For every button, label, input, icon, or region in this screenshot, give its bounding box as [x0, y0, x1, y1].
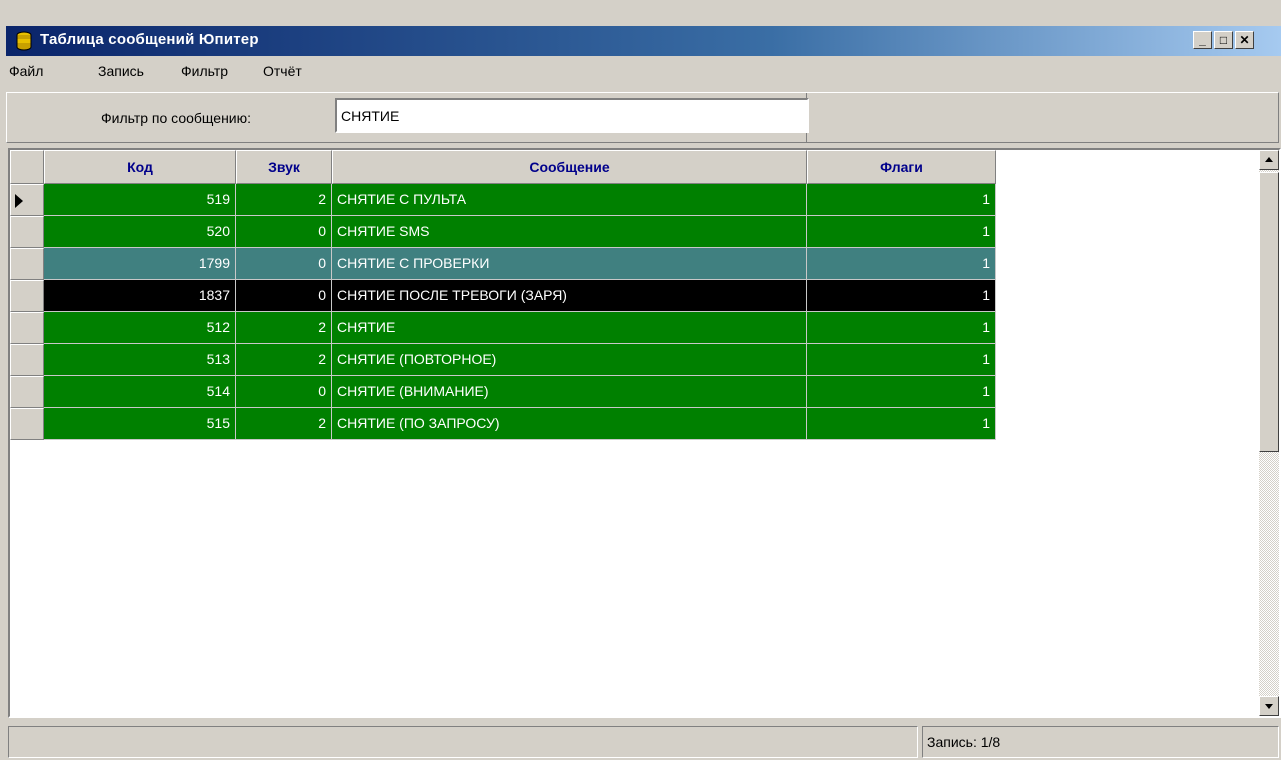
maximize-button[interactable]: □ [1214, 31, 1233, 49]
column-header-code[interactable]: Код [44, 150, 236, 184]
row-indicator[interactable] [10, 408, 44, 440]
cell-sound[interactable]: 2 [236, 408, 332, 440]
status-panel-left [8, 726, 918, 758]
cell-message[interactable]: СНЯТИЕ (ПО ЗАПРОСУ) [332, 408, 807, 440]
cell-message[interactable]: СНЯТИЕ (ПОВТОРНОЕ) [332, 344, 807, 376]
cell-sound[interactable]: 2 [236, 184, 332, 216]
app-window: Таблица сообщений Юпитер _ □ ✕ Файл Запи… [0, 0, 1281, 760]
window-title: Таблица сообщений Юпитер [40, 31, 259, 48]
cell-code[interactable]: 1799 [44, 248, 236, 280]
row-indicator[interactable] [10, 184, 44, 216]
cell-sound[interactable]: 0 [236, 248, 332, 280]
cell-flags[interactable]: 1 [807, 408, 996, 440]
vertical-scrollbar[interactable] [1259, 150, 1279, 716]
row-indicator[interactable] [10, 344, 44, 376]
cell-flags[interactable]: 1 [807, 216, 996, 248]
database-icon [14, 31, 34, 51]
row-indicator[interactable] [10, 216, 44, 248]
filter-bar: Фильтр по сообщению: [6, 92, 1279, 143]
cell-sound[interactable]: 0 [236, 376, 332, 408]
arrow-up-icon [1265, 157, 1273, 162]
cell-code[interactable]: 513 [44, 344, 236, 376]
filter-panel: Фильтр по сообщению: [7, 93, 809, 142]
header-indicator [10, 150, 44, 184]
row-indicator[interactable] [10, 376, 44, 408]
cell-code[interactable]: 512 [44, 312, 236, 344]
cell-sound[interactable]: 0 [236, 280, 332, 312]
filter-label: Фильтр по сообщению: [101, 110, 252, 126]
message-filter-input[interactable] [335, 98, 809, 133]
menu-file[interactable]: Файл [9, 63, 43, 79]
scroll-thumb[interactable] [1259, 172, 1279, 452]
cell-flags[interactable]: 1 [807, 280, 996, 312]
cell-code[interactable]: 515 [44, 408, 236, 440]
row-pointer-icon [15, 194, 23, 208]
cell-message[interactable]: СНЯТИЕ ПОСЛЕ ТРЕВОГИ (ЗАРЯ) [332, 280, 807, 312]
record-position: Запись: 1/8 [922, 726, 1279, 758]
cell-flags[interactable]: 1 [807, 312, 996, 344]
messages-grid: Код Звук Сообщение Флаги 519 2 СНЯТИЕ С ПУЛЬТА… [8, 148, 1281, 718]
row-indicator[interactable] [10, 280, 44, 312]
arrow-down-icon [1265, 704, 1273, 709]
cell-sound[interactable]: 0 [236, 216, 332, 248]
cell-flags[interactable]: 1 [807, 376, 996, 408]
menu-record[interactable]: Запись [98, 63, 144, 79]
status-bar: Запись: 1/8 [6, 722, 1281, 760]
scroll-up-button[interactable] [1259, 150, 1279, 170]
row-indicator[interactable] [10, 312, 44, 344]
cell-flags[interactable]: 1 [807, 184, 996, 216]
row-indicator[interactable] [10, 248, 44, 280]
cell-sound[interactable]: 2 [236, 344, 332, 376]
menu-report[interactable]: Отчёт [263, 63, 302, 79]
cell-message[interactable]: СНЯТИЕ SMS [332, 216, 807, 248]
cell-message[interactable]: СНЯТИЕ (ВНИМАНИЕ) [332, 376, 807, 408]
minimize-button[interactable]: _ [1193, 31, 1212, 49]
cell-flags[interactable]: 1 [807, 344, 996, 376]
cell-message[interactable]: СНЯТИЕ С ПРОВЕРКИ [332, 248, 807, 280]
close-button[interactable]: ✕ [1235, 31, 1254, 49]
column-header-message[interactable]: Сообщение [332, 150, 807, 184]
title-bar[interactable]: Таблица сообщений Юпитер _ □ ✕ [6, 26, 1281, 56]
column-header-sound[interactable]: Звук [236, 150, 332, 184]
cell-message[interactable]: СНЯТИЕ [332, 312, 807, 344]
cell-sound[interactable]: 2 [236, 312, 332, 344]
cell-code[interactable]: 519 [44, 184, 236, 216]
cell-flags[interactable]: 1 [807, 248, 996, 280]
cell-message[interactable]: СНЯТИЕ С ПУЛЬТА [332, 184, 807, 216]
cell-code[interactable]: 1837 [44, 280, 236, 312]
column-header-flags[interactable]: Флаги [807, 150, 996, 184]
cell-code[interactable]: 520 [44, 216, 236, 248]
scroll-down-button[interactable] [1259, 696, 1279, 716]
menu-filter[interactable]: Фильтр [181, 63, 228, 79]
cell-code[interactable]: 514 [44, 376, 236, 408]
menu-bar: Файл Запись Фильтр Отчёт [6, 57, 1281, 87]
